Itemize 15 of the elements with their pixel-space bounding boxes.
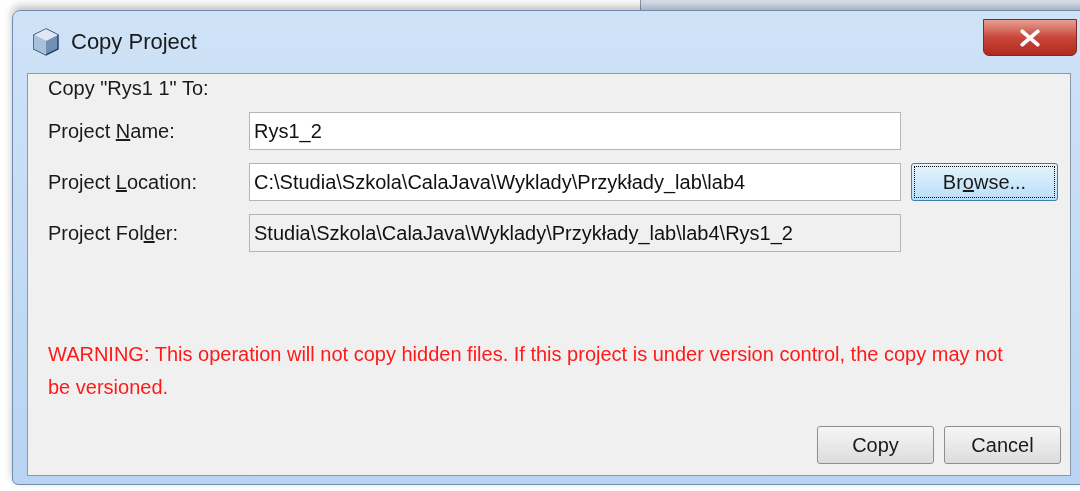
field-label: Project Name: [48,119,176,143]
field-label: Project Folder: [48,221,180,245]
window-title: Copy Project [71,29,197,55]
text-field[interactable]: Studia\Szkola\CalaJava\Wyklady\Przykłady_lab\lab4\Rys1_2 [249,214,901,252]
close-icon [1019,28,1041,47]
dialog-button[interactable]: Copy [817,426,934,464]
text-field[interactable]: C:\Studia\Szkola\CalaJava\Wyklady\Przykłady_lab\lab4 [249,163,901,201]
heading-text: Copy "Rys1 1" To: [48,76,210,100]
text-field[interactable]: Rys1_2 [249,112,901,150]
cube-icon [31,27,61,57]
warning-text: WARNING: This operation will not copy hidden files. If this project is under version control, the copy may not be versioned. [48,342,1004,400]
field-label: Project Location: [48,170,198,194]
close-button[interactable] [983,19,1077,56]
dialog-button[interactable]: Cancel [944,426,1061,464]
browse-button[interactable]: Browse... [911,163,1058,201]
